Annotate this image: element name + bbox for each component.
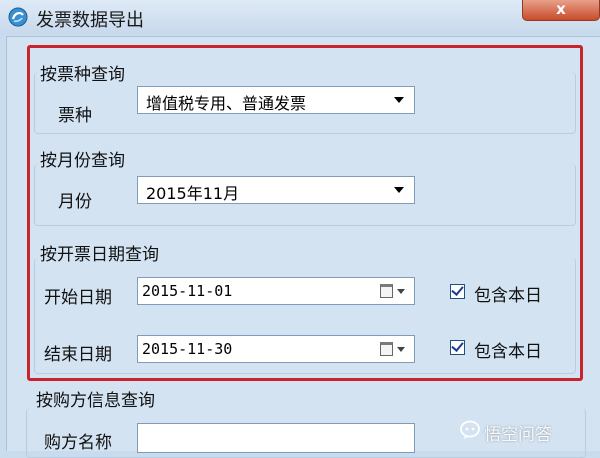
watermark-text: 悟空问答 — [484, 425, 552, 445]
window-title: 发票数据导出 — [36, 10, 144, 31]
buyer-group-title: 按购方信息查询 — [36, 386, 161, 411]
buyer-name-input[interactable] — [137, 423, 415, 453]
highlight-frame — [27, 45, 583, 381]
watermark-logo-icon — [460, 420, 480, 439]
buyer-name-label: 购方名称 — [44, 433, 112, 453]
close-button[interactable]: x — [522, 0, 600, 21]
title-bar[interactable]: 发票数据导出 x — [0, 0, 600, 34]
close-icon: x — [556, 0, 566, 18]
app-logo-icon — [8, 7, 28, 27]
